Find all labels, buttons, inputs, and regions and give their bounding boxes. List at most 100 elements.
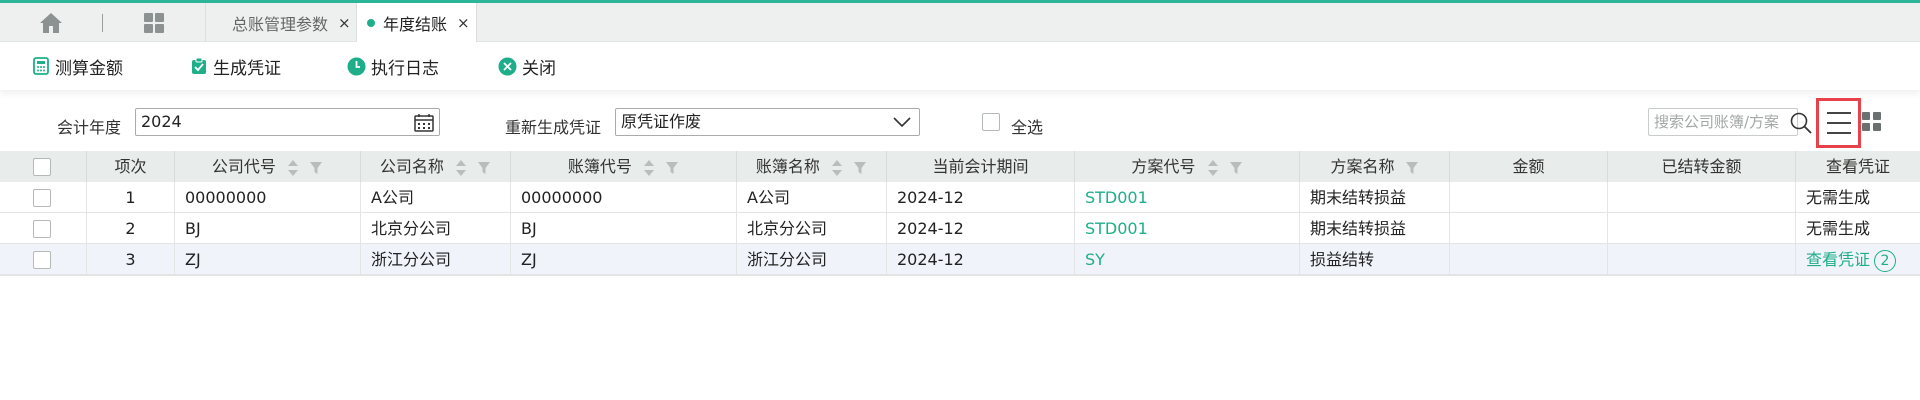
- cell-amount: [1450, 213, 1608, 244]
- tab-label: 年度结账: [383, 14, 448, 34]
- header-label: 查看凭证: [1825, 157, 1890, 176]
- select-all-label: 全选: [1011, 118, 1044, 137]
- fiscal-year-label: 会计年度: [57, 118, 122, 137]
- regen-voucher-value: 原凭证作废: [621, 112, 702, 131]
- header-index: 项次: [87, 151, 175, 182]
- header-label: 方案代号: [1131, 157, 1196, 176]
- close-icon[interactable]: ×: [457, 14, 470, 32]
- filter-icon[interactable]: [477, 161, 491, 175]
- search-placeholder: 搜索公司账簿/方案: [1654, 113, 1780, 131]
- generate-voucher-button[interactable]: 生成凭证: [190, 54, 281, 79]
- header-label: 账簿名称: [755, 157, 820, 176]
- home-icon[interactable]: [38, 11, 64, 35]
- cell-company-name: A公司: [361, 182, 511, 213]
- cell-book-code: 00000000: [511, 182, 737, 213]
- cell-plan-code-link[interactable]: STD001: [1075, 213, 1300, 244]
- filter-icon[interactable]: [309, 161, 323, 175]
- header-current-period: 当前会计期间: [887, 151, 1075, 182]
- chevron-down-icon: [893, 117, 911, 128]
- tab-label: 总账管理参数: [232, 14, 329, 34]
- grid-view-icon[interactable]: [1862, 112, 1882, 132]
- execution-log-label: 执行日志: [371, 58, 439, 79]
- execution-log-button[interactable]: 执行日志: [347, 54, 439, 79]
- filter-icon[interactable]: [1405, 161, 1419, 175]
- row-checkbox[interactable]: [33, 251, 51, 269]
- header-label: 公司名称: [379, 157, 444, 176]
- cell-index: 2: [87, 213, 175, 244]
- cell-amount: [1450, 182, 1608, 213]
- header-label: 方案名称: [1330, 157, 1395, 176]
- voucher-count-badge[interactable]: 2: [1874, 249, 1897, 272]
- cell-plan-code-link[interactable]: STD001: [1075, 182, 1300, 213]
- cell-company-code: ZJ: [175, 244, 361, 275]
- table-row[interactable]: 1 00000000 A公司 00000000 A公司 2024-12 STD0…: [0, 182, 1920, 213]
- filter-icon[interactable]: [853, 161, 867, 175]
- table-row[interactable]: 3 ZJ 浙江分公司 ZJ 浙江分公司 2024-12 SY 损益结转 查看凭证…: [0, 244, 1920, 275]
- hamburger-menu-icon: [1827, 112, 1851, 134]
- row-checkbox-cell: [0, 213, 87, 244]
- sort-icon[interactable]: [287, 159, 299, 177]
- table-header: 项次 公司代号 公司名称 账簿代号 账簿名称 当前会计期间 方案代号 方案名称 …: [0, 151, 1920, 182]
- filter-bar: 会计年度 2024 重新生成凭证 原凭证作废 全选 搜索公司账簿/方案: [0, 98, 1920, 148]
- header-company-name[interactable]: 公司名称: [361, 151, 511, 182]
- close-icon[interactable]: ×: [338, 14, 351, 32]
- sort-icon[interactable]: [455, 159, 467, 177]
- header-plan-name[interactable]: 方案名称: [1300, 151, 1450, 182]
- cell-period: 2024-12: [887, 213, 1075, 244]
- header-carried-amount: 已结转金额: [1608, 151, 1796, 182]
- header-book-name[interactable]: 账簿名称: [737, 151, 887, 182]
- header-checkbox[interactable]: [33, 158, 51, 176]
- sort-icon[interactable]: [1207, 159, 1219, 177]
- tab-ledger-params[interactable]: 总账管理参数 ×: [205, 3, 357, 42]
- apps-grid-icon[interactable]: [142, 11, 166, 35]
- cell-voucher-status: 无需生成: [1806, 188, 1871, 207]
- header-plan-code[interactable]: 方案代号: [1075, 151, 1300, 182]
- active-dot-icon: [367, 18, 375, 27]
- tab-separator: [102, 14, 103, 32]
- cell-plan-code-link[interactable]: SY: [1075, 244, 1300, 275]
- sort-icon[interactable]: [643, 159, 655, 177]
- table-row[interactable]: 2 BJ 北京分公司 BJ 北京分公司 2024-12 STD001 期末结转损…: [0, 213, 1920, 244]
- view-voucher-link[interactable]: 查看凭证: [1806, 250, 1870, 269]
- cell-index: 1: [87, 182, 175, 213]
- close-circle-icon: [498, 57, 517, 75]
- close-button[interactable]: 关闭: [498, 54, 556, 79]
- row-checkbox-cell: [0, 244, 87, 275]
- cell-company-name: 浙江分公司: [361, 244, 511, 275]
- row-checkbox[interactable]: [33, 220, 51, 238]
- header-book-code[interactable]: 账簿代号: [511, 151, 737, 182]
- cell-period: 2024-12: [887, 244, 1075, 275]
- header-view-voucher: 查看凭证: [1796, 151, 1920, 182]
- row-checkbox-cell: [0, 182, 87, 213]
- clipboard-icon: [192, 57, 206, 74]
- calendar-icon[interactable]: [414, 113, 434, 132]
- header-label: 项次: [114, 157, 147, 176]
- tab-year-end-close[interactable]: 年度结账 ×: [357, 3, 477, 42]
- cell-book-code: ZJ: [511, 244, 737, 275]
- calc-amount-button[interactable]: 测算金额: [32, 54, 123, 79]
- row-checkbox[interactable]: [33, 189, 51, 207]
- close-label: 关闭: [522, 58, 556, 79]
- header-company-code[interactable]: 公司代号: [175, 151, 361, 182]
- clock-icon: [347, 57, 366, 75]
- cell-carried-amount: [1608, 182, 1796, 213]
- header-label: 金额: [1512, 157, 1545, 176]
- select-all-checkbox[interactable]: [982, 113, 1000, 131]
- filter-icon[interactable]: [1229, 161, 1243, 175]
- fiscal-year-value: 2024: [141, 112, 182, 131]
- toolbar: 测算金额 生成凭证 执行日志 关闭: [0, 42, 1920, 90]
- table-empty-area: [0, 275, 1920, 400]
- sort-icon[interactable]: [831, 159, 843, 177]
- calc-amount-label: 测算金额: [55, 58, 123, 79]
- list-menu-button[interactable]: [1816, 98, 1861, 148]
- search-icon[interactable]: [1790, 112, 1812, 134]
- generate-voucher-label: 生成凭证: [213, 58, 281, 79]
- cell-voucher-status: 无需生成: [1806, 219, 1871, 238]
- fiscal-year-input[interactable]: 2024: [135, 108, 440, 136]
- cell-book-name: A公司: [737, 182, 887, 213]
- search-input[interactable]: 搜索公司账簿/方案: [1648, 108, 1798, 136]
- regen-voucher-select[interactable]: 原凭证作废: [615, 108, 920, 136]
- header-label: 当前会计期间: [932, 157, 1029, 176]
- header-amount: 金额: [1450, 151, 1608, 182]
- filter-icon[interactable]: [665, 161, 679, 175]
